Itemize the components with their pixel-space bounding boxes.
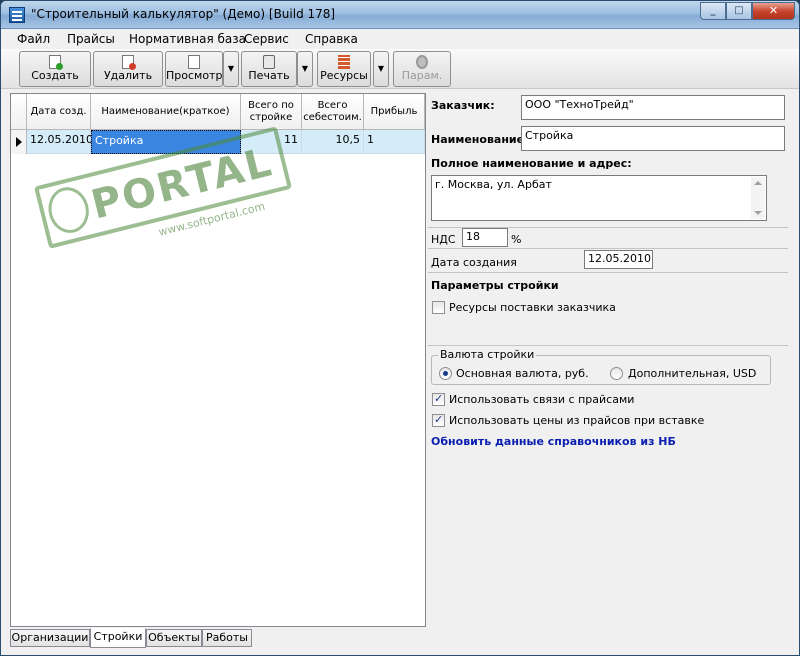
window-title: "Строительный калькулятор" (Демо) [Build… (31, 7, 336, 21)
currency-extra-radio[interactable] (610, 367, 623, 380)
gear-icon (416, 55, 428, 69)
customer-resources-checkbox[interactable] (432, 301, 445, 314)
tab-objects[interactable]: Объекты (146, 629, 202, 647)
date-label: Дата создания (431, 256, 517, 269)
title-bar[interactable]: "Строительный калькулятор" (Демо) [Build… (1, 1, 799, 29)
currency-group-title: Валюта стройки (438, 348, 537, 361)
app-window: "Строительный калькулятор" (Демо) [Build… (0, 0, 800, 656)
print-dropdown-button[interactable]: ▼ (297, 51, 313, 87)
minimize-button[interactable]: _ (700, 2, 726, 20)
vat-field[interactable]: 18 (462, 228, 508, 247)
menu-bar: Файл Прайсы Нормативная база Сервис Спра… (1, 29, 799, 49)
bricks-icon (338, 55, 350, 69)
cell-profit[interactable]: 1 (364, 130, 425, 154)
vat-unit: % (511, 233, 522, 246)
delete-button[interactable]: Удалить (93, 51, 163, 87)
currency-main-radio[interactable] (439, 367, 452, 380)
new-document-icon (49, 55, 63, 70)
cell-name[interactable]: Стройка (91, 130, 241, 154)
name-label: Наименование: (431, 133, 529, 146)
delete-document-icon (122, 55, 136, 70)
customer-label: Заказчик: (431, 99, 495, 112)
currency-extra-label[interactable]: Дополнительная, USD (628, 367, 756, 380)
watermark-url: www.softportal.com (157, 199, 267, 239)
params-button[interactable]: Парам. (393, 51, 451, 87)
menu-prices[interactable]: Прайсы (67, 32, 115, 46)
resources-button[interactable]: Ресурсы (317, 51, 371, 87)
col-header-profit[interactable]: Прибыль (364, 94, 425, 130)
scroll-down-icon[interactable] (754, 211, 762, 215)
customer-field[interactable]: ООО "ТехноТрейд" (521, 95, 785, 120)
table-row[interactable]: 12.05.2010 Стройка 11 10,5 1 (11, 130, 425, 154)
current-row-arrow-icon (16, 137, 22, 147)
cell-cost[interactable]: 10,5 (302, 130, 364, 154)
view-button[interactable]: Просмотр (165, 51, 223, 87)
app-icon (9, 7, 25, 23)
use-price-values-checkbox[interactable] (432, 413, 445, 427)
window-controls: _ □ ✕ (700, 2, 795, 20)
params-title: Параметры стройки (431, 279, 559, 292)
toolbar: Создать Удалить Просмотр ▼ Печать ▼ Ресу… (1, 49, 799, 89)
preview-icon (188, 55, 200, 69)
col-header-date[interactable]: Дата созд. (27, 94, 91, 130)
tab-works[interactable]: Работы (202, 629, 252, 647)
separator (428, 248, 788, 249)
row-indicator (11, 130, 27, 154)
cell-date[interactable]: 12.05.2010 (27, 130, 93, 154)
fullname-scrollbar[interactable] (751, 177, 765, 219)
create-button[interactable]: Создать (19, 51, 91, 87)
fullname-textarea[interactable]: г. Москва, ул. Арбат (431, 175, 767, 221)
fullname-label: Полное наименование и адрес: (431, 157, 632, 170)
cell-total[interactable]: 11 (241, 130, 302, 154)
date-field[interactable]: 12.05.2010 (584, 250, 653, 269)
scroll-up-icon[interactable] (754, 181, 762, 185)
vat-label: НДС (431, 233, 456, 246)
resources-dropdown-button[interactable]: ▼ (373, 51, 389, 87)
watermark-logo-icon (43, 182, 94, 238)
print-button[interactable]: Печать (241, 51, 297, 87)
use-price-links-label[interactable]: Использовать связи с прайсами (449, 393, 634, 406)
close-button[interactable]: ✕ (752, 2, 795, 20)
grid-header: Дата созд. Наименование(краткое) Всего п… (11, 94, 425, 130)
use-price-values-label[interactable]: Использовать цены из прайсов при вставке (449, 414, 704, 427)
separator (428, 345, 788, 346)
col-header-name[interactable]: Наименование(краткое) (91, 94, 241, 130)
name-field[interactable]: Стройка (521, 126, 785, 151)
maximize-button[interactable]: □ (726, 2, 752, 20)
menu-file[interactable]: Файл (17, 32, 50, 46)
view-dropdown-button[interactable]: ▼ (223, 51, 239, 87)
construction-form: Заказчик: ООО "ТехноТрейд" Наименование:… (428, 91, 792, 631)
currency-groupbox: Валюта стройки Основная валюта, руб. Доп… (431, 348, 771, 385)
separator (428, 272, 788, 273)
update-refs-link[interactable]: Обновить данные справочников из НБ (431, 435, 676, 448)
customer-resources-label[interactable]: Ресурсы поставки заказчика (449, 301, 616, 314)
grid-header-corner (11, 94, 27, 130)
col-header-cost[interactable]: Всего себестоим. (302, 94, 364, 130)
use-price-links-checkbox[interactable] (432, 392, 445, 406)
currency-main-label[interactable]: Основная валюта, руб. (456, 367, 589, 380)
tab-constructions[interactable]: Стройки (90, 628, 146, 648)
menu-normative-base[interactable]: Нормативная база (129, 32, 246, 46)
menu-help[interactable]: Справка (305, 32, 358, 46)
menu-service[interactable]: Сервис (244, 32, 289, 46)
printer-icon (263, 55, 275, 69)
col-header-total[interactable]: Всего по стройке (241, 94, 302, 130)
tab-organizations[interactable]: Организации (10, 629, 90, 647)
constructions-grid[interactable]: Дата созд. Наименование(краткое) Всего п… (10, 93, 426, 627)
fullname-value: г. Москва, ул. Арбат (435, 178, 552, 191)
